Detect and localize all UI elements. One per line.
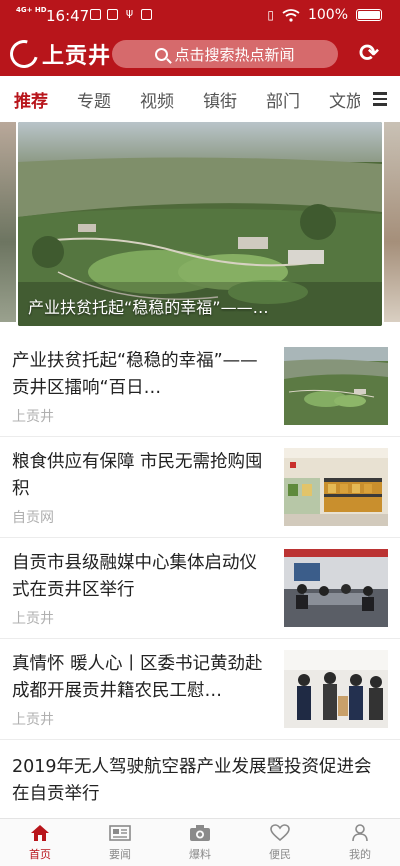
- nav-report[interactable]: 爆料: [160, 819, 240, 866]
- nav-home[interactable]: 首页: [0, 819, 80, 866]
- search-placeholder: 点击搜索热点新闻: [174, 45, 295, 64]
- app-logo[interactable]: 上贡井: [4, 34, 112, 74]
- home-icon: [30, 822, 50, 844]
- message-notification-icon: [141, 9, 152, 20]
- search-icon: [155, 47, 169, 61]
- news-thumbnail: [284, 549, 388, 627]
- news-item[interactable]: 自贡市县级融媒中心集体启动仪式在贡井区举行 上贡井: [0, 538, 400, 639]
- supermarket-shelves-photo: [284, 448, 388, 526]
- tab-towns[interactable]: 镇街: [203, 87, 237, 112]
- aerial-farmland-photo: [284, 347, 388, 425]
- next-slide[interactable]: [384, 122, 400, 322]
- tab-recommend[interactable]: 推荐: [14, 87, 48, 112]
- banner-slide[interactable]: 产业扶贫托起“稳稳的幸福”——…: [18, 122, 382, 326]
- status-right: ▯ 100%: [267, 7, 382, 23]
- news-title: 粮食供应有保障 市民无需抢购囤积: [12, 452, 263, 499]
- nav-label: 要闻: [109, 848, 131, 861]
- logo-mark-icon: [4, 34, 44, 74]
- banner-carousel[interactable]: 产业扶贫托起“稳稳的幸福”——…: [0, 122, 400, 328]
- search-bar[interactable]: 点击搜索热点新闻: [112, 40, 338, 68]
- mail-notification-icon: [90, 9, 101, 20]
- nav-label: 首页: [29, 848, 51, 861]
- previous-slide[interactable]: [0, 122, 16, 322]
- camera-icon: [189, 822, 211, 844]
- news-thumbnail: [284, 347, 388, 425]
- nav-news[interactable]: 要闻: [80, 819, 160, 866]
- news-source: 上贡井: [12, 409, 54, 425]
- heart-icon: [270, 822, 290, 844]
- usb-icon: ψ: [125, 6, 134, 19]
- people-gathering-photo: [284, 650, 388, 728]
- logo-text: 上贡井: [42, 43, 112, 69]
- news-item[interactable]: 真情怀 暖人心丨区委书记黄劲赴成都开展贡井籍农民工慰… 上贡井: [0, 639, 400, 740]
- tab-video[interactable]: 视频: [140, 87, 174, 112]
- category-tabs: 推荐 专题 视频 镇街 部门 文旅: [0, 76, 400, 122]
- news-source: 上贡井: [12, 611, 54, 627]
- network-indicator: 4G+ HD: [16, 6, 47, 14]
- news-title: 2019年无人驾驶航空器产业发展暨投资促进会在自贡举行: [12, 757, 372, 804]
- vibrate-icon: ▯: [267, 8, 274, 22]
- wifi-icon: [282, 8, 300, 22]
- refresh-icon[interactable]: ⟳: [358, 41, 380, 65]
- news-list: 产业扶贫托起“稳稳的幸福”——贡井区擂响“百日… 上贡井 粮食供应有保障 市民无…: [0, 336, 400, 820]
- nav-profile[interactable]: 我的: [320, 819, 400, 866]
- news-thumbnail: [284, 448, 388, 526]
- news-title: 真情怀 暖人心丨区委书记黄劲赴成都开展贡井籍农民工慰…: [12, 654, 263, 701]
- news-item[interactable]: 粮食供应有保障 市民无需抢购囤积 自贡网: [0, 437, 400, 538]
- nav-services[interactable]: 便民: [240, 819, 320, 866]
- notification-icons: ψ: [90, 6, 152, 20]
- news-source: 自贡网: [12, 510, 54, 526]
- nav-label: 便民: [269, 848, 291, 861]
- tab-departments[interactable]: 部门: [266, 87, 300, 112]
- app-notification-icon: [107, 9, 118, 20]
- person-icon: [351, 822, 369, 844]
- nav-label: 爆料: [189, 848, 211, 861]
- tab-menu-icon[interactable]: [360, 76, 400, 122]
- news-title: 自贡市县级融媒中心集体启动仪式在贡井区举行: [12, 553, 257, 600]
- app-header: 上贡井 点击搜索热点新闻 ⟳: [0, 32, 400, 76]
- news-source: 上贡井: [12, 712, 54, 728]
- newspaper-icon: [109, 822, 131, 844]
- news-thumbnail: [284, 650, 388, 728]
- news-item[interactable]: 2019年无人驾驶航空器产业发展暨投资促进会在自贡举行: [0, 740, 400, 820]
- tab-topics[interactable]: 专题: [77, 87, 111, 112]
- news-item[interactable]: 产业扶贫托起“稳稳的幸福”——贡井区擂响“百日… 上贡井: [0, 336, 400, 437]
- tab-culture-tourism[interactable]: 文旅: [329, 87, 363, 112]
- status-bar: 4G+ HD 16:47 ψ ▯ 100%: [0, 0, 400, 32]
- status-time: 16:47: [46, 7, 90, 25]
- battery-icon: [356, 9, 382, 21]
- meeting-room-photo: [284, 549, 388, 627]
- news-title: 产业扶贫托起“稳稳的幸福”——贡井区擂响“百日…: [12, 351, 258, 398]
- battery-percent: 100%: [307, 7, 348, 23]
- banner-caption: 产业扶贫托起“稳稳的幸福”——…: [28, 298, 269, 317]
- bottom-navigation: 首页 要闻 爆料 便民 我的: [0, 818, 400, 866]
- nav-label: 我的: [349, 848, 371, 861]
